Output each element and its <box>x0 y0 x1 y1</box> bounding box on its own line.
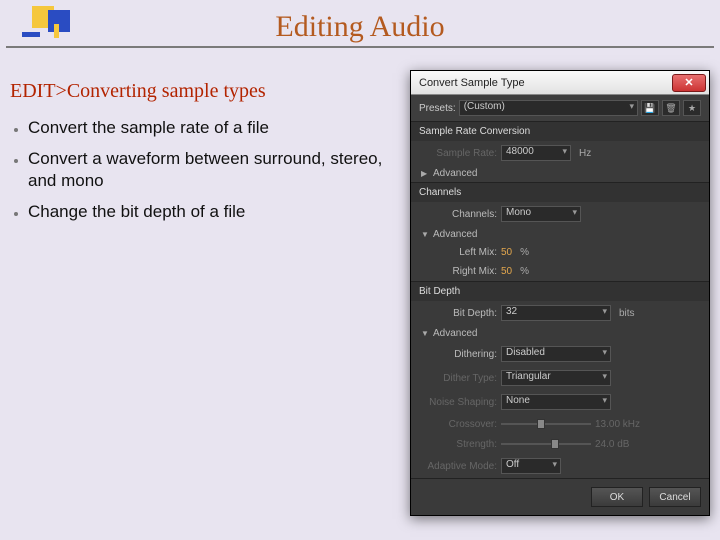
ok-button[interactable]: OK <box>591 487 643 507</box>
channels-value: Mono <box>506 207 531 218</box>
advanced-label: Advanced <box>433 328 477 339</box>
save-icon: 💾 <box>644 103 655 114</box>
sample-rate-value: 48000 <box>506 146 534 157</box>
sample-rate-select[interactable]: 48000 <box>501 145 571 161</box>
crossover-value: 13.00 kHz <box>595 419 640 430</box>
left-mix-value[interactable]: 50 <box>501 247 512 258</box>
left-mix-unit: % <box>520 247 529 258</box>
dialog-titlebar: Convert Sample Type ✕ <box>411 71 709 95</box>
slide-title: Editing Audio <box>0 0 720 44</box>
slide-content: EDIT>Converting sample types Convert the… <box>10 80 410 232</box>
adaptive-mode-label: Adaptive Mode: <box>421 461 497 472</box>
sample-rate-advanced-toggle[interactable]: ▶ Advanced <box>411 165 709 182</box>
favorite-preset-button[interactable]: ★ <box>683 100 701 116</box>
chevron-down-icon: ▼ <box>421 329 429 338</box>
dither-type-label: Dither Type: <box>421 373 497 384</box>
bit-depth-select[interactable]: 32 <box>501 305 611 321</box>
advanced-label: Advanced <box>433 168 477 179</box>
presets-bar: Presets: (Custom) 💾 🗑 ★ <box>411 95 709 121</box>
noise-shaping-value: None <box>506 395 530 406</box>
bit-depth-label: Bit Depth: <box>421 308 497 319</box>
bit-depth-advanced-toggle[interactable]: ▼ Advanced <box>411 325 709 342</box>
dithering-select[interactable]: Disabled <box>501 346 611 362</box>
trash-icon: 🗑 <box>665 103 676 114</box>
channels-label: Channels: <box>421 209 497 220</box>
presets-label: Presets: <box>419 103 456 114</box>
save-preset-button[interactable]: 💾 <box>641 100 659 116</box>
cancel-label: Cancel <box>659 492 690 503</box>
cancel-button[interactable]: Cancel <box>649 487 701 507</box>
sample-rate-section-heading: Sample Rate Conversion <box>411 121 709 141</box>
bullet-list: Convert the sample rate of a file Conver… <box>10 117 410 222</box>
dialog-title: Convert Sample Type <box>419 77 525 89</box>
noise-shaping-label: Noise Shaping: <box>421 397 497 408</box>
slide-logo <box>14 6 72 48</box>
right-mix-value[interactable]: 50 <box>501 266 512 277</box>
bullet-item: Change the bit depth of a file <box>28 201 410 222</box>
dither-type-value: Triangular <box>506 371 551 382</box>
sample-rate-label: Sample Rate: <box>421 148 497 159</box>
right-mix-unit: % <box>520 266 529 277</box>
close-button[interactable]: ✕ <box>672 74 706 92</box>
chevron-down-icon: ▼ <box>421 230 429 239</box>
noise-shaping-select: None <box>501 394 611 410</box>
left-mix-label: Left Mix: <box>421 247 497 258</box>
adaptive-mode-select: Off <box>501 458 561 474</box>
star-icon: ★ <box>688 103 696 114</box>
channels-select[interactable]: Mono <box>501 206 581 222</box>
dithering-value: Disabled <box>506 347 545 358</box>
right-mix-label: Right Mix: <box>421 266 497 277</box>
advanced-label: Advanced <box>433 229 477 240</box>
channels-advanced-toggle[interactable]: ▼ Advanced <box>411 226 709 243</box>
crossover-label: Crossover: <box>421 419 497 430</box>
bit-depth-value: 32 <box>506 306 517 317</box>
sample-rate-unit: Hz <box>579 148 591 159</box>
slide-subheading: EDIT>Converting sample types <box>10 80 410 103</box>
strength-label: Strength: <box>421 439 497 450</box>
title-divider <box>6 46 714 48</box>
close-icon: ✕ <box>684 76 693 89</box>
crossover-slider <box>501 418 591 430</box>
dialog-footer: OK Cancel <box>411 478 709 515</box>
presets-select[interactable]: (Custom) <box>459 100 638 116</box>
chevron-right-icon: ▶ <box>421 169 429 178</box>
bullet-item: Convert the sample rate of a file <box>28 117 410 138</box>
presets-value: (Custom) <box>464 101 505 112</box>
dither-type-select: Triangular <box>501 370 611 386</box>
delete-preset-button[interactable]: 🗑 <box>662 100 680 116</box>
bit-depth-unit: bits <box>619 308 635 319</box>
bullet-item: Convert a waveform between surround, ste… <box>28 148 410 191</box>
strength-slider <box>501 438 591 450</box>
ok-label: OK <box>610 492 624 503</box>
bit-depth-section-heading: Bit Depth <box>411 281 709 301</box>
dithering-label: Dithering: <box>421 349 497 360</box>
strength-value: 24.0 dB <box>595 439 629 450</box>
channels-section-heading: Channels <box>411 182 709 202</box>
adaptive-mode-value: Off <box>506 459 519 470</box>
convert-sample-type-dialog: Convert Sample Type ✕ Presets: (Custom) … <box>410 70 710 516</box>
